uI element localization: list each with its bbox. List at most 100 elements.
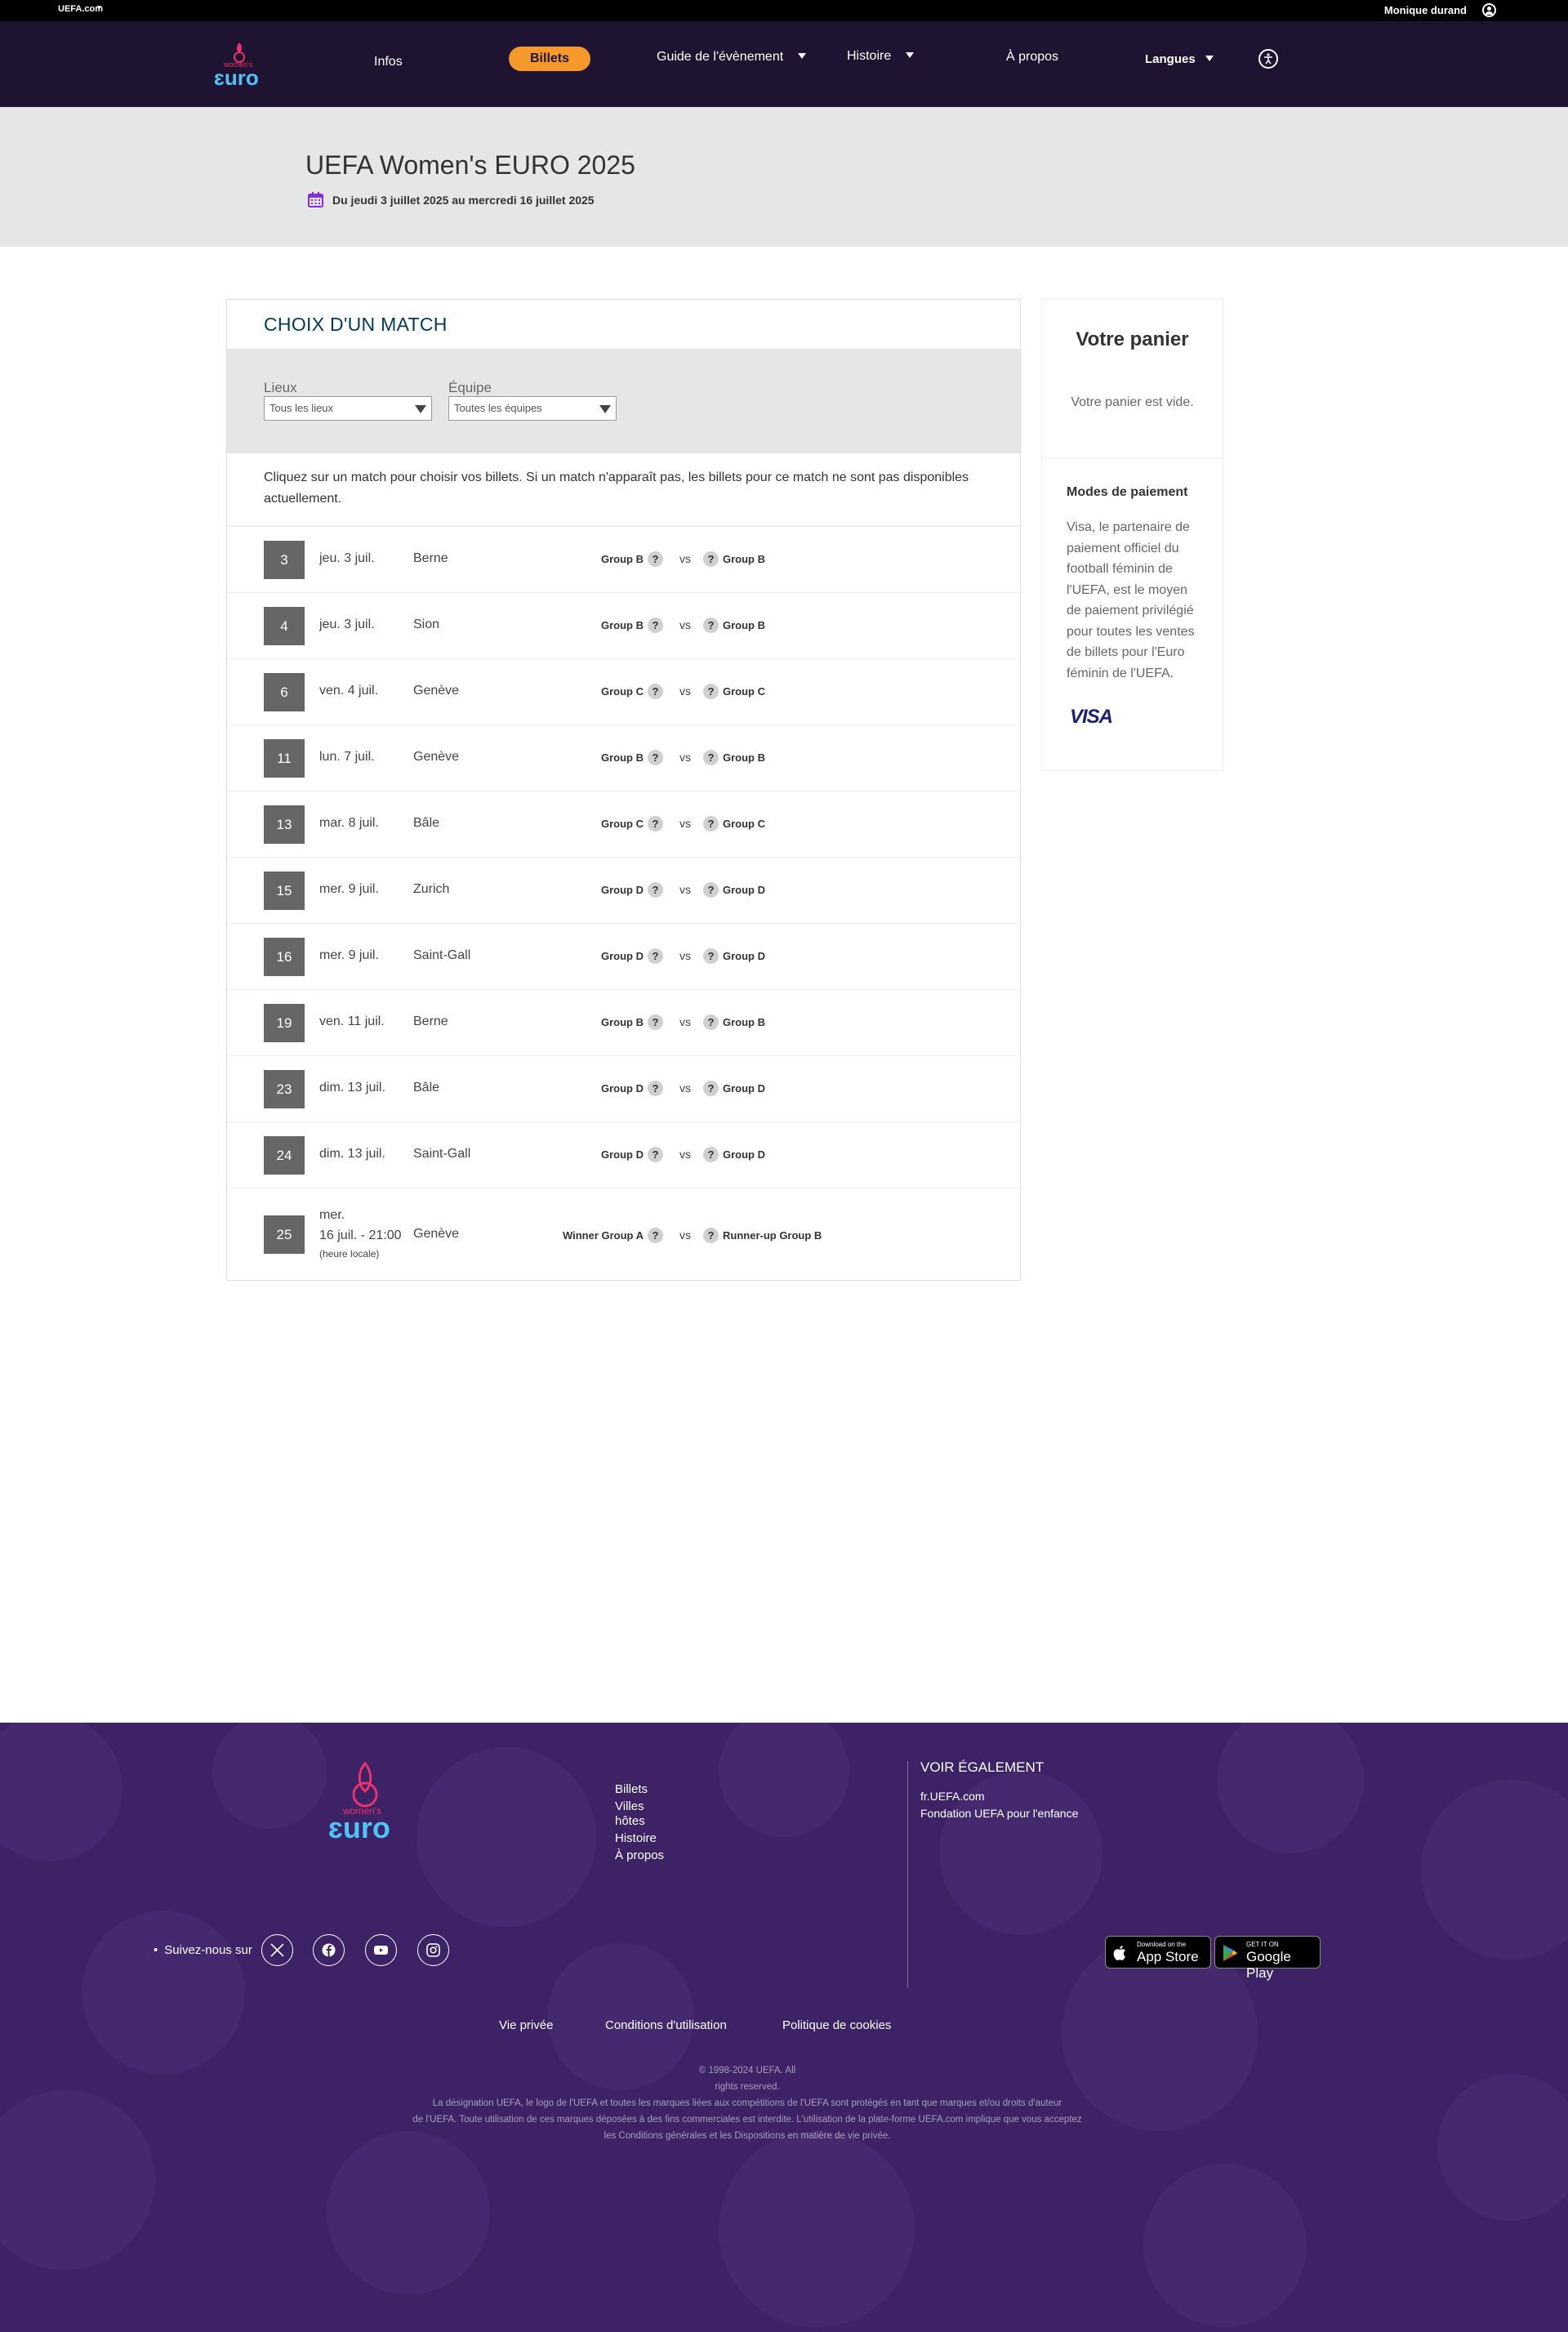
match-number: 16 xyxy=(264,938,305,976)
see-also-links: fr.UEFA.com Fondation UEFA pour l'enfanc… xyxy=(920,1788,1078,1822)
womens-euro-footer-logo[interactable]: women's ɛuro xyxy=(327,1760,407,1842)
away-team-name: Group B xyxy=(723,1016,765,1028)
match-number: 23 xyxy=(264,1070,305,1108)
match-city: Sion xyxy=(413,618,440,631)
match-row[interactable]: 3 jeu. 3 juil. Berne Group B? vs? Group B xyxy=(227,527,1020,593)
match-selection-card: CHOIX D'UN MATCH Lieux Tous les lieux Éq… xyxy=(226,299,1021,1281)
footer-link-billets[interactable]: Billets xyxy=(615,1782,664,1797)
unknown-team-icon: ? xyxy=(648,618,663,633)
unknown-team-icon: ? xyxy=(703,684,719,699)
unknown-team-icon: ? xyxy=(648,551,663,567)
privacy-link[interactable]: Vie privée xyxy=(499,2018,553,2032)
match-row-final[interactable]: 25 mer. 16 juil. - 21:00 (heure locale) … xyxy=(227,1188,1020,1282)
match-date: ven. 4 juil. xyxy=(319,684,379,698)
youtube-icon[interactable] xyxy=(365,1934,397,1966)
match-row[interactable]: 23 dim. 13 juil. Bâle Group D? vs? Group D xyxy=(227,1056,1020,1122)
home-team: Winner Group A? xyxy=(563,1228,663,1243)
event-dates: Du jeudi 3 juillet 2025 au mercredi 16 j… xyxy=(332,194,595,207)
google-play-button[interactable]: GET IT ON Google Play xyxy=(1214,1936,1321,1981)
match-row[interactable]: 24 dim. 13 juil. Saint-Gall Group D? vs? Grou… xyxy=(227,1122,1020,1188)
away-team: ? Runner-up Group B xyxy=(703,1228,822,1243)
visa-logo: VISA xyxy=(1070,706,1113,728)
match-city: Saint-Gall xyxy=(413,948,471,962)
match-date: dim. 13 juil. xyxy=(319,1147,385,1161)
unknown-team-icon: ? xyxy=(703,1228,719,1243)
x-icon[interactable] xyxy=(261,1934,293,1966)
away-team: ? Group C xyxy=(703,816,765,832)
team-select[interactable]: Toutes les équipes xyxy=(448,396,617,421)
away-team: ? Group D xyxy=(703,1081,765,1096)
home-team: Group C? xyxy=(601,816,663,832)
vs-label: vs xyxy=(679,1015,691,1028)
match-datetime: 16 juil. - 21:00 xyxy=(319,1228,402,1242)
chevron-down-icon[interactable]: ▾ xyxy=(97,3,101,12)
footer-links: Billets Villes hôtes Histoire À propos xyxy=(615,1782,664,1866)
see-also-title: VOIR ÉGALEMENT xyxy=(920,1759,1045,1775)
google-play-big-text: Google Play xyxy=(1246,1949,1291,1981)
match-row[interactable]: 16 mer. 9 juil. Saint-Gall Group D? vs? Group… xyxy=(227,924,1020,990)
unknown-team-icon: ? xyxy=(648,816,663,832)
copyright: © 1998-2024 UEFA. All rights reserved. L… xyxy=(408,2062,1086,2144)
venue-filter: Lieux Tous les lieux xyxy=(264,380,432,421)
user-name[interactable]: Monique durand xyxy=(1384,4,1467,16)
unknown-team-icon: ? xyxy=(703,1081,719,1096)
match-city: Genève xyxy=(413,750,460,764)
venue-select[interactable]: Tous les lieux xyxy=(264,396,432,421)
terms-link[interactable]: Conditions d'utilisation xyxy=(605,2018,727,2032)
away-team-name: Group B xyxy=(723,553,765,565)
footer: women's ɛuro Billets Villes hôtes Histoi… xyxy=(0,1723,1568,2332)
top-bar: UEFA.com ▾ Monique durand xyxy=(0,0,1568,21)
match-row[interactable]: 11 lun. 7 juil. Genève Group B? vs? Group B xyxy=(227,725,1020,791)
away-team: ? Group D xyxy=(703,1147,765,1162)
home-team: Group D? xyxy=(601,882,663,898)
match-number: 24 xyxy=(264,1136,305,1175)
nav-a-propos[interactable]: À propos xyxy=(1006,46,1058,69)
unknown-team-icon: ? xyxy=(703,750,719,765)
home-team-name: Group D xyxy=(601,950,644,962)
unknown-team-icon: ? xyxy=(703,1147,719,1162)
accessibility-icon[interactable] xyxy=(1258,49,1278,69)
match-row[interactable]: 6 ven. 4 juil. Genève Group C? vs? Group C xyxy=(227,659,1020,725)
away-team: ? Group B xyxy=(703,618,765,633)
divider xyxy=(907,1761,908,1988)
nav-billets[interactable]: Billets xyxy=(509,47,591,71)
unknown-team-icon: ? xyxy=(648,948,663,964)
match-date: lun. 7 juil. xyxy=(319,750,375,764)
away-team: ? Group B xyxy=(703,551,765,567)
user-icon[interactable] xyxy=(1482,3,1496,17)
calendar-icon xyxy=(308,192,323,207)
match-row[interactable]: 15 mer. 9 juil. Zurich Group D? vs? Group D xyxy=(227,858,1020,924)
womens-euro-logo[interactable]: women's ɛuro xyxy=(212,39,270,90)
cart-empty-message: Votre panier est vide. xyxy=(1071,395,1194,409)
home-team: Group C? xyxy=(601,684,663,699)
match-row[interactable]: 13 mar. 8 juil. Bâle Group C? vs? Group C xyxy=(227,791,1020,858)
cookies-link[interactable]: Politique de cookies xyxy=(782,2018,891,2032)
nav-histoire[interactable]: Histoire xyxy=(847,45,915,68)
see-also-uefa[interactable]: fr.UEFA.com xyxy=(920,1788,1078,1805)
match-row[interactable]: 19 ven. 11 juil. Berne Group B? vs? Group B xyxy=(227,990,1020,1056)
nav-langues[interactable]: Langues xyxy=(1145,48,1214,71)
facebook-icon[interactable] xyxy=(313,1934,345,1966)
footer-link-histoire[interactable]: Histoire xyxy=(615,1831,664,1846)
nav-infos[interactable]: Infos xyxy=(374,51,403,74)
uefa-com-link[interactable]: UEFA.com xyxy=(58,4,103,14)
home-team-name: Group D xyxy=(601,1148,644,1161)
app-store-button[interactable]: Download on the App Store xyxy=(1105,1936,1211,1969)
match-row[interactable]: 4 jeu. 3 juil. Sion Group B? vs? Group B xyxy=(227,593,1020,659)
see-also-foundation[interactable]: Fondation UEFA pour l'enfance xyxy=(920,1805,1078,1822)
unknown-team-icon: ? xyxy=(648,1014,663,1030)
home-team: Group B? xyxy=(601,750,663,765)
chevron-down-icon xyxy=(1205,56,1214,61)
footer-link-villes[interactable]: Villes hôtes xyxy=(615,1799,664,1829)
app-store-big-text: App Store xyxy=(1137,1949,1199,1964)
google-play-icon xyxy=(1223,1945,1237,1961)
payment-title: Modes de paiement xyxy=(1067,485,1188,499)
home-team: Group D? xyxy=(601,1081,663,1096)
instagram-icon[interactable] xyxy=(417,1934,449,1966)
away-team: ? Group D xyxy=(703,948,765,964)
match-list: 3 jeu. 3 juil. Berne Group B? vs? Group B 4 jeu… xyxy=(227,527,1020,1282)
footer-link-a-propos[interactable]: À propos xyxy=(615,1848,664,1863)
follow-us-text: Suivez-nous sur xyxy=(164,1943,252,1957)
nav-guide[interactable]: Guide de l'évènement xyxy=(657,46,807,69)
away-team-name: Group C xyxy=(723,685,765,698)
